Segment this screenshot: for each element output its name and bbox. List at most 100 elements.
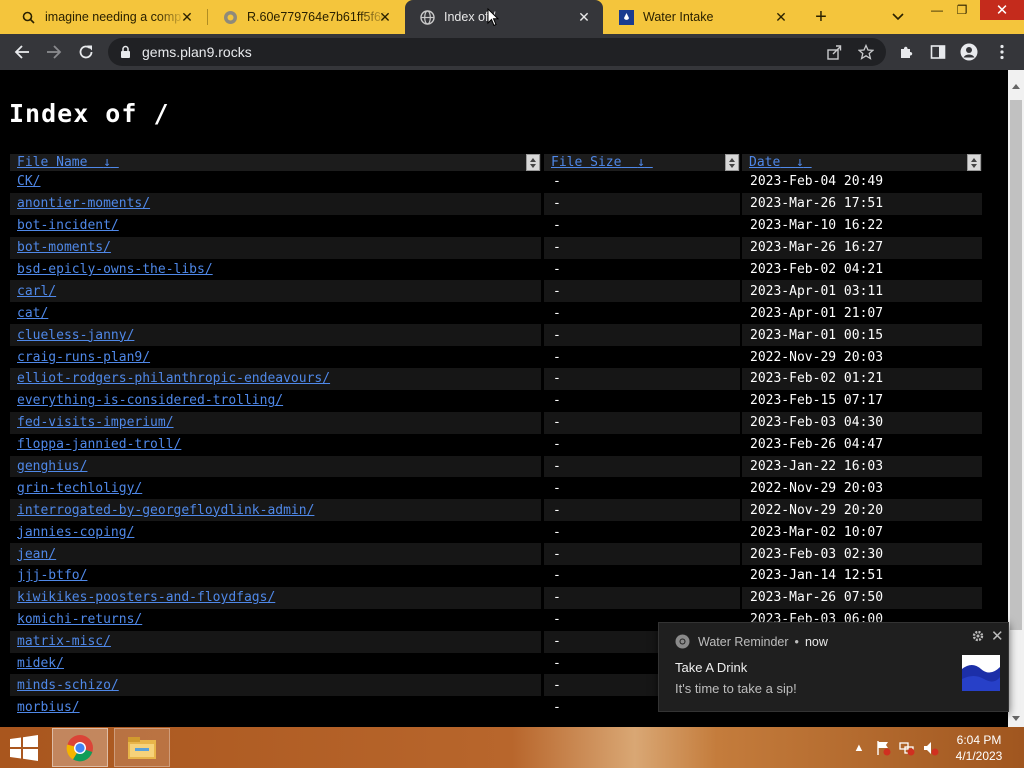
date-cell: 2022-Nov-29 20:03: [750, 480, 884, 496]
directory-link[interactable]: grin-techloligy/: [17, 481, 142, 496]
directory-link[interactable]: anontier-moments/: [17, 196, 150, 211]
file-name-cell: floppa-jannied-troll/: [10, 434, 541, 456]
table-row: bot-moments/ -2023-Mar-26 16:27: [10, 236, 982, 259]
notification-header: Water Reminder • now: [675, 634, 828, 649]
file-size-cell: -: [544, 236, 740, 259]
sort-file-size-link[interactable]: File Size ↓: [551, 155, 653, 170]
table-row: CK/ - 2023-Feb-04 20:49: [10, 171, 982, 193]
volume-muted-icon[interactable]: [922, 739, 940, 757]
close-icon[interactable]: ✕: [774, 9, 788, 25]
lock-icon[interactable]: [120, 45, 131, 59]
table-row: fed-visits-imperium/ -2023-Feb-03 04:30: [10, 411, 982, 434]
menu-button[interactable]: [990, 40, 1014, 64]
directory-link[interactable]: craig-runs-plan9/: [17, 350, 150, 365]
file-name-cell: komichi-returns/: [10, 609, 541, 631]
tab-image[interactable]: R.60e779764e7b61ff5f60 ✕: [208, 0, 404, 34]
directory-link[interactable]: minds-schizo/: [17, 678, 119, 693]
column-sorter-icon[interactable]: [526, 154, 540, 171]
tab-index-of[interactable]: Index of / ✕: [405, 0, 603, 34]
directory-link[interactable]: komichi-returns/: [17, 612, 142, 627]
side-panel-button[interactable]: [926, 40, 950, 64]
bookmark-star-icon[interactable]: [854, 40, 878, 64]
date-cell: 2023-Feb-02 01:21: [742, 368, 982, 390]
date-cell: 2022-Nov-29 20:03: [750, 349, 884, 365]
search-icon: [20, 9, 36, 25]
address-bar[interactable]: gems.plan9.rocks: [108, 38, 886, 66]
file-name-cell: morbius/: [10, 696, 541, 718]
forward-button[interactable]: [42, 40, 66, 64]
file-name-cell: carl/: [10, 280, 541, 303]
taskbar-clock[interactable]: 6:04 PM 4/1/2023: [944, 732, 1014, 764]
kebab-menu-icon: [1000, 44, 1004, 60]
directory-link[interactable]: kiwikikes-poosters-and-floydfags/: [17, 590, 275, 605]
date-cell: 2023-Feb-02 04:21: [750, 262, 884, 277]
sort-file-name-link[interactable]: File Name ↓: [17, 155, 119, 170]
action-center-flag-icon[interactable]: [874, 739, 892, 757]
directory-link[interactable]: jannies-coping/: [17, 525, 134, 540]
file-size-cell: -: [544, 455, 740, 478]
network-icon[interactable]: [898, 739, 916, 757]
directory-link[interactable]: floppa-jannied-troll/: [17, 437, 181, 452]
directory-link[interactable]: midek/: [17, 656, 64, 671]
reload-button[interactable]: [74, 40, 98, 64]
close-icon[interactable]: ✕: [991, 627, 1004, 645]
tab-search[interactable]: imagine needing a comp ✕: [6, 0, 206, 34]
taskbar-file-explorer[interactable]: [114, 728, 170, 767]
directory-link[interactable]: clueless-janny/: [17, 328, 134, 343]
column-sorter-icon[interactable]: [725, 154, 739, 171]
date-cell: 2023-Apr-01 21:07: [750, 305, 884, 321]
directory-link[interactable]: CK/: [17, 174, 40, 189]
directory-link[interactable]: bot-moments/: [17, 240, 111, 255]
taskbar-chrome[interactable]: [52, 728, 108, 767]
table-row: cat/ - 2023-Apr-01 21:07: [10, 302, 982, 324]
close-icon[interactable]: ✕: [180, 9, 194, 25]
clock-time: 6:04 PM: [956, 733, 1002, 747]
page-scrollbar[interactable]: [1008, 70, 1024, 727]
directory-link[interactable]: carl/: [17, 284, 56, 299]
file-name-cell: jjj-btfo/: [10, 565, 541, 587]
directory-link[interactable]: bot-incident/: [17, 218, 119, 233]
show-hidden-icons-icon[interactable]: ▲: [850, 739, 868, 757]
directory-link[interactable]: fed-visits-imperium/: [17, 415, 174, 430]
directory-link[interactable]: bsd-epicly-owns-the-libs/: [17, 262, 213, 277]
directory-link[interactable]: morbius/: [17, 700, 80, 715]
close-icon[interactable]: ✕: [378, 9, 392, 25]
scroll-down-arrow-icon[interactable]: [1012, 716, 1020, 721]
restore-button[interactable]: ❐: [947, 0, 977, 20]
file-name-cell: elliot-rodgers-philanthropic-endeavours/: [10, 368, 541, 390]
file-name-cell: bot-moments/: [10, 236, 541, 259]
share-icon[interactable]: [822, 40, 846, 64]
directory-link[interactable]: elliot-rodgers-philanthropic-endeavours/: [17, 371, 330, 386]
back-button[interactable]: [10, 40, 34, 64]
tab-water-intake[interactable]: Water Intake ✕: [604, 0, 800, 34]
table-row: jjj-btfo/ - 2023-Jan-14 12:51: [10, 565, 982, 587]
directory-link[interactable]: genghius/: [17, 459, 87, 474]
file-size-cell: -: [544, 586, 740, 609]
directory-link[interactable]: everything-is-considered-trolling/: [17, 393, 283, 408]
notification-toast[interactable]: Water Reminder • now ✕ Take A Drink It's…: [658, 622, 1009, 712]
column-sorter-icon[interactable]: [967, 154, 981, 171]
file-name-cell: bot-incident/: [10, 215, 541, 237]
directory-link[interactable]: cat/: [17, 306, 48, 321]
directory-link[interactable]: jean/: [17, 547, 56, 562]
profile-button[interactable]: [957, 40, 981, 64]
new-tab-button[interactable]: +: [809, 5, 833, 29]
directory-link[interactable]: jjj-btfo/: [17, 568, 87, 583]
sort-date-link[interactable]: Date ↓: [749, 155, 812, 170]
scroll-thumb[interactable]: [1010, 100, 1022, 630]
tab-search-button[interactable]: [886, 5, 910, 29]
column-header-date[interactable]: Date ↓: [742, 154, 982, 171]
scroll-up-arrow-icon[interactable]: [1012, 84, 1020, 89]
settings-gear-icon[interactable]: [972, 629, 986, 643]
windows-start-button[interactable]: [9, 735, 39, 761]
directory-link[interactable]: matrix-misc/: [17, 634, 111, 649]
close-window-button[interactable]: ✕: [980, 0, 1024, 20]
directory-link[interactable]: interrogated-by-georgefloydlink-admin/: [17, 503, 314, 518]
column-header-file-name[interactable]: File Name ↓: [10, 154, 541, 171]
close-icon[interactable]: ✕: [577, 9, 591, 25]
column-header-file-size[interactable]: File Size ↓: [544, 154, 740, 171]
file-name-cell: craig-runs-plan9/: [10, 346, 541, 368]
notification-app-name: Water Reminder: [698, 634, 789, 649]
extensions-button[interactable]: [894, 40, 918, 64]
file-name-cell: anontier-moments/: [10, 192, 541, 215]
